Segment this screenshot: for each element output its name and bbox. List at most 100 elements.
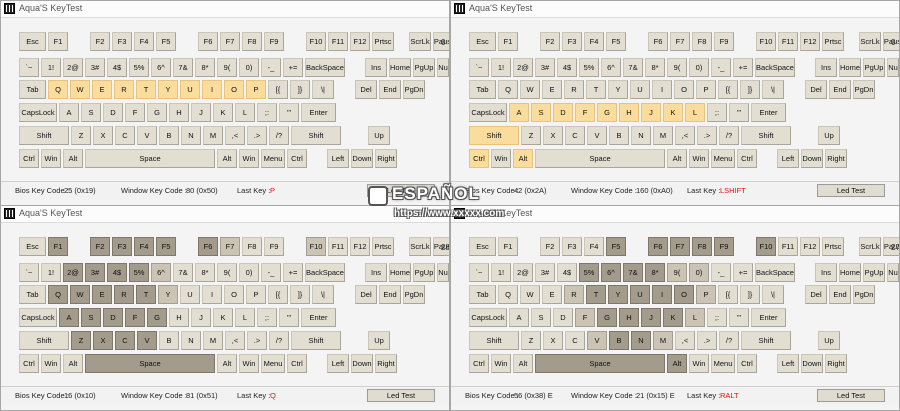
- key-v[interactable]: V: [137, 126, 157, 145]
- key-9[interactable]: 9(: [667, 263, 687, 282]
- key-t[interactable]: T: [586, 285, 606, 304]
- key-down[interactable]: Down: [801, 354, 823, 373]
- key-ctrl[interactable]: Ctrl: [287, 149, 307, 168]
- key-2[interactable]: 2@: [63, 263, 83, 282]
- key-lbracket[interactable]: [{: [718, 80, 738, 99]
- key-0[interactable]: 0): [689, 58, 709, 77]
- key-b[interactable]: B: [609, 331, 629, 350]
- key-quote[interactable]: '": [279, 103, 299, 122]
- key-8[interactable]: 8*: [645, 58, 665, 77]
- key-shift[interactable]: Shift: [469, 126, 519, 145]
- key-backslash[interactable]: \|: [762, 80, 784, 99]
- key-f7[interactable]: F7: [670, 237, 690, 256]
- key-f4[interactable]: F4: [584, 237, 604, 256]
- key-f4[interactable]: F4: [584, 32, 604, 51]
- key-m[interactable]: M: [653, 126, 673, 145]
- key-f6[interactable]: F6: [198, 237, 218, 256]
- key-y[interactable]: Y: [158, 285, 178, 304]
- key-q[interactable]: Q: [48, 80, 68, 99]
- key-f12[interactable]: F12: [350, 237, 370, 256]
- key-j[interactable]: J: [641, 103, 661, 122]
- key-tab[interactable]: Tab: [19, 80, 46, 99]
- key-h[interactable]: H: [169, 103, 189, 122]
- key-end[interactable]: End: [379, 80, 401, 99]
- key-alt[interactable]: Alt: [513, 354, 533, 373]
- key-slash[interactable]: /?: [719, 331, 739, 350]
- key-q[interactable]: Q: [48, 285, 68, 304]
- key-quote[interactable]: '": [729, 308, 749, 327]
- key-pgup[interactable]: PgUp: [413, 58, 435, 77]
- key-home[interactable]: Home: [389, 263, 411, 282]
- key-p[interactable]: P: [246, 285, 266, 304]
- key-l[interactable]: L: [235, 103, 255, 122]
- key-del[interactable]: Del: [355, 285, 377, 304]
- key-shift[interactable]: Shift: [291, 331, 341, 350]
- key-lbracket[interactable]: [{: [268, 80, 288, 99]
- key-f12[interactable]: F12: [800, 32, 820, 51]
- key-q[interactable]: Q: [498, 80, 518, 99]
- key-d[interactable]: D: [103, 103, 123, 122]
- key-f3[interactable]: F3: [562, 237, 582, 256]
- key-backspace[interactable]: BackSpace: [305, 263, 345, 282]
- key-period[interactable]: .>: [247, 126, 267, 145]
- key-pgdn[interactable]: PgDn: [403, 80, 425, 99]
- key-right[interactable]: Right: [825, 149, 847, 168]
- key-x[interactable]: X: [543, 331, 563, 350]
- key-f11[interactable]: F11: [328, 32, 348, 51]
- key-pgup[interactable]: PgUp: [863, 58, 885, 77]
- key-f[interactable]: F: [575, 308, 595, 327]
- key-2[interactable]: 2@: [513, 58, 533, 77]
- key-home[interactable]: Home: [389, 58, 411, 77]
- key-j[interactable]: J: [191, 308, 211, 327]
- key-t[interactable]: T: [136, 285, 156, 304]
- key-alt[interactable]: Alt: [667, 354, 687, 373]
- key-capslock[interactable]: CapsLock: [469, 308, 507, 327]
- key-e[interactable]: E: [92, 285, 112, 304]
- key-p[interactable]: P: [696, 285, 716, 304]
- key-shift[interactable]: Shift: [741, 126, 791, 145]
- key-equals[interactable]: +=: [283, 58, 303, 77]
- key-prtsc[interactable]: Prtsc: [372, 32, 394, 51]
- key-scrlk[interactable]: ScrLk: [409, 32, 431, 51]
- key-f7[interactable]: F7: [670, 32, 690, 51]
- key-f8[interactable]: F8: [692, 237, 712, 256]
- key-f9[interactable]: F9: [714, 32, 734, 51]
- key-c[interactable]: C: [565, 331, 585, 350]
- key-up[interactable]: Up: [818, 126, 840, 145]
- key-semicolon[interactable]: ;:: [707, 103, 727, 122]
- key-w[interactable]: W: [70, 80, 90, 99]
- key-pgup[interactable]: PgUp: [413, 263, 435, 282]
- key-nu[interactable]: Nu: [887, 58, 899, 77]
- key-slash[interactable]: /?: [269, 331, 289, 350]
- key-win[interactable]: Win: [41, 149, 61, 168]
- key-backspace[interactable]: BackSpace: [755, 58, 795, 77]
- key-f9[interactable]: F9: [264, 32, 284, 51]
- key-f6[interactable]: F6: [648, 237, 668, 256]
- key-a[interactable]: A: [59, 308, 79, 327]
- key-esc[interactable]: Esc: [19, 237, 46, 256]
- key-n[interactable]: N: [631, 126, 651, 145]
- key-alt[interactable]: Alt: [513, 149, 533, 168]
- key-9[interactable]: 9(: [217, 263, 237, 282]
- led-test-button[interactable]: Led Test: [817, 389, 885, 402]
- led-test-button[interactable]: Led Test: [367, 389, 435, 402]
- key-win[interactable]: Win: [491, 149, 511, 168]
- key-ctrl[interactable]: Ctrl: [19, 149, 39, 168]
- key-menu[interactable]: Menu: [261, 149, 285, 168]
- key-comma[interactable]: ,<: [225, 126, 245, 145]
- led-test-button[interactable]: Led Test: [367, 184, 435, 197]
- key-esc[interactable]: Esc: [19, 32, 46, 51]
- key-pgdn[interactable]: PgDn: [403, 285, 425, 304]
- key-end[interactable]: End: [829, 285, 851, 304]
- key-m[interactable]: M: [203, 126, 223, 145]
- key-i[interactable]: I: [202, 80, 222, 99]
- key-8[interactable]: 8*: [195, 58, 215, 77]
- key-period[interactable]: .>: [697, 126, 717, 145]
- key-o[interactable]: O: [224, 80, 244, 99]
- key-enter[interactable]: Enter: [751, 308, 786, 327]
- key-rbracket[interactable]: ]}: [740, 285, 760, 304]
- key-prtsc[interactable]: Prtsc: [822, 237, 844, 256]
- key-home[interactable]: Home: [839, 58, 861, 77]
- key-f10[interactable]: F10: [306, 32, 326, 51]
- key-f3[interactable]: F3: [112, 237, 132, 256]
